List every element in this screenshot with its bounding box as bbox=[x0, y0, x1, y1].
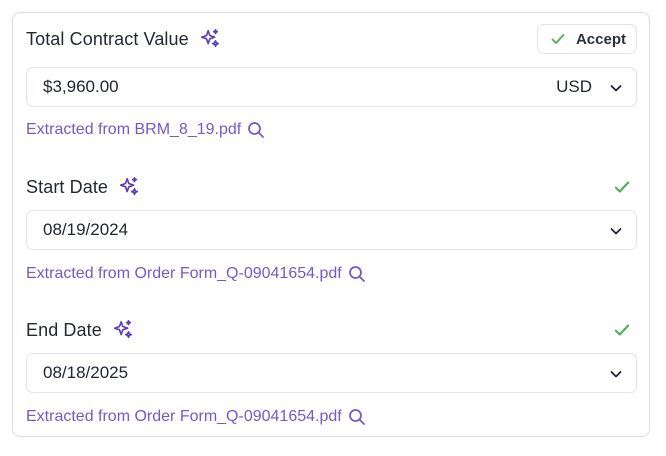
accept-label: Accept bbox=[575, 30, 626, 48]
search-icon[interactable] bbox=[348, 408, 366, 426]
field-header: Total Contract Value Accept bbox=[26, 24, 637, 54]
input-value: 08/18/2025 bbox=[43, 363, 129, 382]
check-icon bbox=[613, 321, 631, 339]
extraction-card: Total Contract Value Accept $3,960.00 US… bbox=[12, 12, 650, 437]
currency-select[interactable]: USD bbox=[556, 77, 592, 97]
sparkle-icon bbox=[118, 176, 140, 198]
chevron-down-icon[interactable] bbox=[608, 366, 624, 382]
field-start-date: Start Date 08/19/2024 Extracted from Ord… bbox=[26, 172, 637, 292]
source-link[interactable]: Extracted from BRM_8_19.pdf bbox=[26, 121, 265, 139]
end-date-select[interactable]: 08/18/2025 bbox=[26, 353, 637, 393]
field-label: End Date bbox=[26, 319, 102, 340]
sparkle-icon bbox=[199, 28, 221, 50]
input-value: $3,960.00 bbox=[43, 77, 119, 96]
sparkle-icon bbox=[112, 319, 134, 341]
start-date-select[interactable]: 08/19/2024 bbox=[26, 210, 637, 250]
input-value: 08/19/2024 bbox=[43, 220, 129, 239]
contract-value-input[interactable]: $3,960.00 USD bbox=[26, 67, 637, 107]
search-icon[interactable] bbox=[348, 265, 366, 283]
field-end-date: End Date 08/18/2025 Extracted from Order… bbox=[26, 315, 637, 435]
field-label: Total Contract Value bbox=[26, 28, 189, 49]
source-link[interactable]: Extracted from Order Form_Q-09041654.pdf bbox=[26, 265, 366, 283]
accept-button[interactable]: Accept bbox=[536, 24, 637, 54]
chevron-down-icon[interactable] bbox=[608, 80, 624, 96]
chevron-down-icon[interactable] bbox=[608, 223, 624, 239]
check-icon bbox=[613, 178, 631, 196]
search-icon[interactable] bbox=[247, 121, 265, 139]
source-link[interactable]: Extracted from Order Form_Q-09041654.pdf bbox=[26, 408, 366, 426]
field-total-contract-value: Total Contract Value Accept $3,960.00 US… bbox=[26, 24, 637, 144]
check-icon bbox=[550, 31, 566, 47]
source-text: Extracted from Order Form_Q-09041654.pdf bbox=[26, 265, 342, 282]
field-label: Start Date bbox=[26, 176, 109, 197]
source-text: Extracted from Order Form_Q-09041654.pdf bbox=[26, 408, 342, 425]
field-header: End Date bbox=[26, 315, 637, 345]
source-text: Extracted from BRM_8_19.pdf bbox=[26, 121, 242, 138]
field-header: Start Date bbox=[26, 172, 637, 202]
